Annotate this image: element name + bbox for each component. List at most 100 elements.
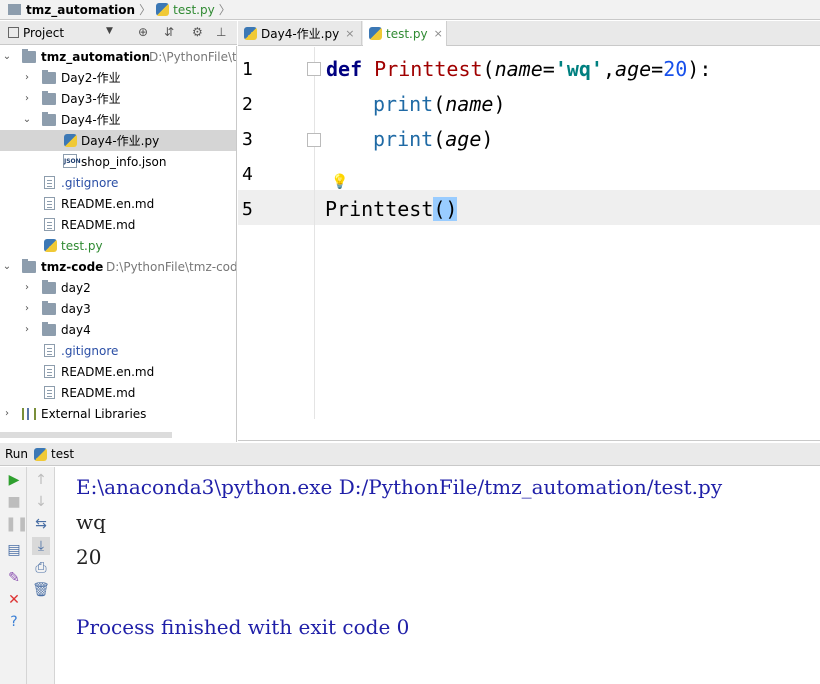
stop-icon[interactable]: ■ [5, 493, 23, 511]
chevron-right-icon[interactable]: › [2, 408, 12, 419]
tree-item-test-py[interactable]: test.py [0, 235, 236, 256]
code-line-3: print(age) [373, 127, 494, 151]
code-editor[interactable]: 1 2 3 4 5 💡 def Printtest(name='wq',age=… [238, 47, 820, 441]
folder-icon [42, 91, 56, 105]
code-line-2: print(name) [373, 92, 506, 116]
folder-icon [42, 112, 56, 126]
chevron-down-icon[interactable]: ⌄ [22, 114, 32, 125]
json-file-icon: JSON [63, 154, 81, 168]
soft-wrap-icon[interactable]: ⇆ [32, 515, 50, 533]
chevron-right-icon: 〉 [139, 3, 152, 17]
tree-item-shop-info-json[interactable]: JSON shop_info.json [0, 151, 236, 172]
project-view-selector[interactable]: Project [23, 26, 64, 40]
project-view-icon [8, 27, 19, 38]
python-file-icon [369, 27, 382, 40]
text-file-icon [44, 197, 55, 210]
line-number: 3 [242, 129, 253, 150]
tree-item-tmz-code[interactable]: ⌄ tmz-code D:\PythonFile\tmz-code [0, 256, 236, 277]
text-file-icon [44, 344, 55, 357]
chevron-down-icon[interactable]: ⌄ [2, 51, 12, 62]
python-file-icon [44, 239, 57, 252]
tree-item-readme-en[interactable]: README.en.md [0, 193, 236, 214]
folder-icon [42, 70, 56, 84]
tree-item-day2-lower[interactable]: › day2 [0, 277, 236, 298]
tab-test-py[interactable]: test.py × [363, 21, 447, 46]
tree-item-day4-py[interactable]: Day4-作业.py [0, 130, 236, 151]
folder-icon [22, 49, 36, 63]
chevron-right-icon[interactable]: › [22, 303, 32, 314]
layout-icon[interactable]: ▤ [5, 541, 23, 559]
chevron-right-icon[interactable]: › [22, 72, 32, 83]
collapse-icon[interactable]: ⇵ [164, 25, 174, 39]
hide-icon[interactable]: ⊥ [216, 25, 226, 39]
python-file-icon [244, 27, 257, 40]
tree-item-day4[interactable]: ⌄ Day4-作业 [0, 109, 236, 130]
tree-item-day2[interactable]: › Day2-作业 [0, 67, 236, 88]
close-icon[interactable]: × [345, 27, 354, 40]
text-file-icon [44, 386, 55, 399]
tree-item-day4-lower[interactable]: › day4 [0, 319, 236, 340]
run-toolbar-left: ▶ ■ ❚❚ ▤ ✎ ✕ ? [0, 467, 28, 684]
library-icon [22, 408, 36, 420]
folder-icon [8, 4, 21, 15]
pause-icon[interactable]: ❚❚ [5, 515, 28, 533]
pin-icon[interactable]: ✎ [5, 569, 23, 587]
tree-item-external-libraries[interactable]: › External Libraries [0, 403, 236, 424]
text-file-icon [44, 365, 55, 378]
console-command-line: E:\anaconda3\python.exe D:/PythonFile/tm… [76, 475, 723, 499]
horizontal-scrollbar[interactable] [0, 432, 172, 438]
close-icon[interactable]: × [434, 27, 443, 40]
print-icon[interactable]: ⎙ [32, 559, 50, 577]
chevron-right-icon[interactable]: › [22, 324, 32, 335]
editor-tab-bar: Day4-作业.py × test.py × [238, 21, 820, 46]
tab-day4-py[interactable]: Day4-作业.py × [238, 21, 362, 46]
trash-icon[interactable]: 🗑 [32, 581, 50, 599]
dropdown-arrow-icon[interactable]: ▼ [106, 26, 113, 36]
tree-item-day3-lower[interactable]: › day3 [0, 298, 236, 319]
chevron-right-icon[interactable]: › [22, 282, 32, 293]
run-toolbar-right: ↑ ↓ ⇆ ⤓ ⎙ 🗑 [27, 467, 55, 684]
line-number: 1 [242, 59, 253, 80]
tree-item-tmz-automation[interactable]: ⌄ tmz_automation D:\PythonFile\tr [0, 46, 236, 67]
tree-item-readme-2[interactable]: README.md [0, 382, 236, 403]
run-icon[interactable]: ▶ [5, 471, 23, 489]
tree-item-readme-en-2[interactable]: README.en.md [0, 361, 236, 382]
settings-target-icon[interactable]: ⊕ [138, 25, 148, 39]
fold-marker-icon[interactable] [307, 133, 321, 147]
console-exit-message: Process finished with exit code 0 [76, 615, 410, 639]
project-tree: ⌄ tmz_automation D:\PythonFile\tr › Day2… [0, 46, 237, 442]
gutter-divider [314, 47, 315, 419]
help-icon[interactable]: ? [5, 613, 23, 631]
python-file-icon [34, 447, 48, 461]
line-number: 2 [242, 94, 253, 115]
breadcrumb-file[interactable]: test.py [156, 3, 215, 17]
close-icon[interactable]: ✕ [5, 591, 23, 609]
console-output-line: 20 [76, 545, 102, 569]
line-number: 4 [242, 164, 253, 185]
tree-item-readme[interactable]: README.md [0, 214, 236, 235]
fold-marker-icon[interactable] [307, 62, 321, 76]
lightbulb-icon[interactable]: 💡 [331, 174, 348, 190]
tree-item-gitignore-2[interactable]: .gitignore [0, 340, 236, 361]
chevron-right-icon[interactable]: › [22, 93, 32, 104]
run-panel-label: Run [5, 447, 29, 461]
up-arrow-icon[interactable]: ↑ [32, 471, 50, 489]
chevron-down-icon[interactable]: ⌄ [2, 261, 12, 272]
chevron-right-icon: 〉 [218, 3, 231, 17]
tree-item-day3[interactable]: › Day3-作业 [0, 88, 236, 109]
down-arrow-icon[interactable]: ↓ [32, 493, 50, 511]
scroll-to-end-icon[interactable]: ⤓ [32, 537, 50, 555]
gear-icon[interactable]: ⚙ [192, 25, 203, 39]
breadcrumb-project[interactable]: tmz_automation [8, 3, 135, 17]
code-line-5: Printtest() [325, 197, 458, 221]
code-line-1: def Printtest(name='wq',age=20): [326, 57, 712, 81]
run-config-tab[interactable]: test [51, 447, 74, 461]
text-file-icon [44, 218, 55, 231]
folder-icon [42, 301, 56, 315]
run-console[interactable]: E:\anaconda3\python.exe D:/PythonFile/tm… [56, 467, 820, 684]
folder-icon [42, 322, 56, 336]
console-output-line: wq [76, 510, 106, 534]
folder-icon [42, 280, 56, 294]
tree-item-gitignore[interactable]: .gitignore [0, 172, 236, 193]
folder-icon [22, 259, 36, 273]
